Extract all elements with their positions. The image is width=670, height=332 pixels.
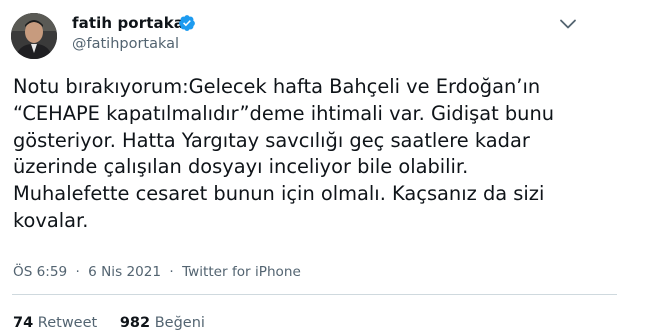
tweet-time[interactable]: ÖS 6:59 [13,264,67,280]
author-display-name[interactable]: fatih portakal [72,14,189,32]
likes-count: 982 [119,315,151,331]
retweets-stat[interactable]: 74 Retweet [13,315,97,331]
meta-separator: · [75,264,80,280]
avatar[interactable] [11,13,57,59]
tweet-card: fatih portakal @fatihportakal Notu bırak… [0,0,670,332]
avatar-image [11,13,57,59]
tweet-date[interactable]: 6 Nis 2021 [88,264,161,280]
likes-label: Beğeni [154,315,205,331]
chevron-down-icon[interactable] [557,17,579,31]
tweet-source[interactable]: Twitter for iPhone [182,264,301,280]
author-handle[interactable]: @fatihportakal [72,36,179,52]
verified-badge-icon [179,15,195,31]
tweet-stats: 74 Retweet 982 Beğeni [13,315,205,331]
tweet-text: Notu bırakıyorum:Gelecek hafta Bahçeli v… [13,75,555,232]
meta-separator: · [169,264,174,280]
likes-stat[interactable]: 982 Beğeni [120,315,205,331]
retweets-label: Retweet [37,315,98,331]
divider [12,294,617,295]
tweet-metadata: ÖS 6:59 · 6 Nis 2021 · Twitter for iPhon… [13,264,301,280]
retweets-count: 74 [13,315,34,331]
